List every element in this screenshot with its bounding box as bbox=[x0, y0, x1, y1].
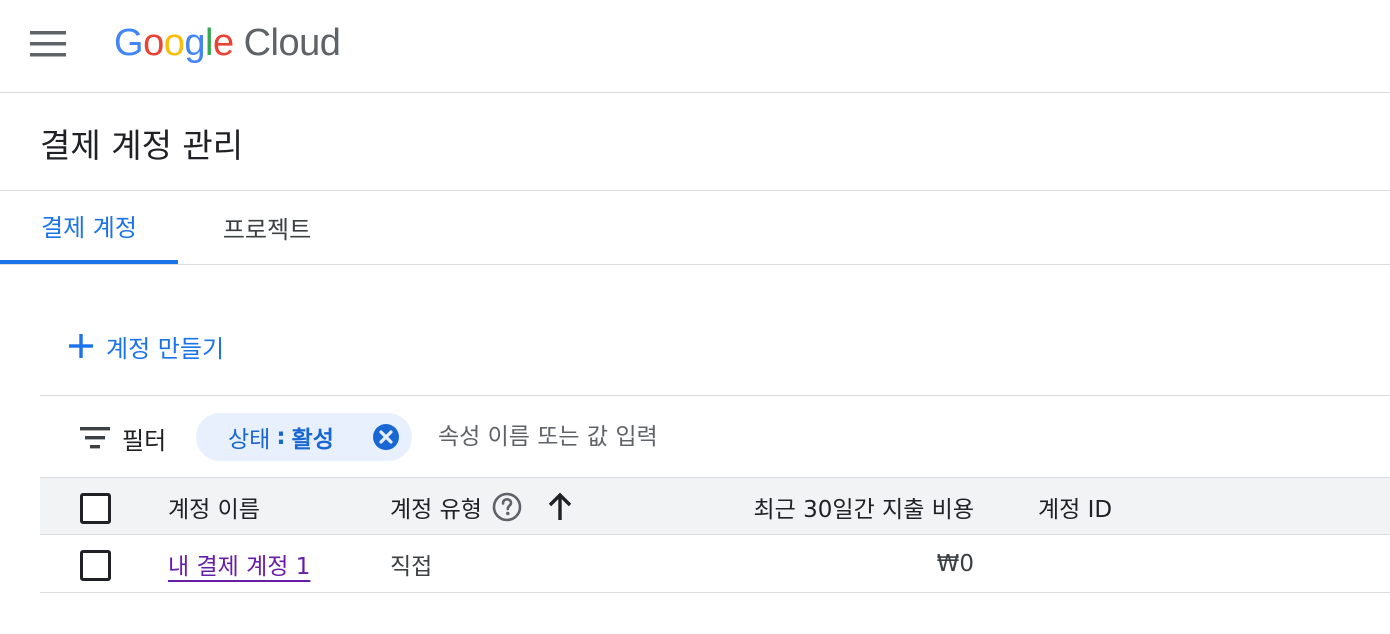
filter-chip-status[interactable]: 상태 : 활성 bbox=[196, 413, 412, 461]
page-header: 결제 계정 관리 bbox=[0, 93, 1390, 191]
cost-30d-cell: ₩0 bbox=[726, 547, 974, 581]
filter-icon bbox=[80, 427, 110, 449]
chip-separator: : bbox=[276, 424, 286, 450]
page-title: 결제 계정 관리 bbox=[40, 126, 244, 165]
filter-search-input[interactable] bbox=[436, 416, 1236, 458]
column-header-label: 최근 30일간 지출 비용 bbox=[753, 497, 974, 523]
logo-letter: o bbox=[163, 21, 185, 64]
table-row: 내 결제 계정 1 직접 ₩0 bbox=[40, 535, 1390, 593]
plus-icon bbox=[69, 334, 93, 358]
row-checkbox[interactable] bbox=[80, 550, 111, 581]
column-header-account-id[interactable]: 계정 ID bbox=[1038, 490, 1112, 524]
chip-value: 활성 bbox=[291, 427, 334, 453]
google-cloud-logo[interactable]: Go o g l e Cloud bbox=[114, 18, 341, 68]
column-header-label: 계정 이름 bbox=[168, 497, 260, 523]
logo-letter: G bbox=[114, 21, 144, 64]
cost-30d-value: ₩0 bbox=[936, 551, 974, 577]
tab-bar: 결제 계정 프로젝트 bbox=[0, 191, 1390, 265]
sort-ascending-icon[interactable] bbox=[546, 492, 574, 522]
column-header-label: 계정 ID bbox=[1038, 497, 1113, 523]
logo-letter: l bbox=[204, 21, 213, 64]
top-app-bar: Go o g l e Cloud bbox=[0, 0, 1390, 93]
column-header-account-name[interactable]: 계정 이름 bbox=[168, 490, 260, 524]
tab-projects[interactable]: 프로젝트 bbox=[178, 191, 356, 264]
select-all-checkbox[interactable] bbox=[80, 493, 111, 524]
table-header-row: 계정 이름 계정 유형 최근 30일간 지출 비용 계정 ID bbox=[40, 477, 1390, 535]
tab-billing-accounts[interactable]: 결제 계정 bbox=[0, 191, 178, 264]
create-account-label: 계정 만들기 bbox=[106, 334, 225, 363]
remove-chip-icon[interactable] bbox=[372, 423, 400, 451]
filter-bar: 필터 상태 : 활성 bbox=[40, 395, 1390, 477]
tab-label: 결제 계정 bbox=[41, 214, 137, 242]
account-type-cell: 직접 bbox=[390, 547, 432, 581]
help-icon[interactable] bbox=[492, 492, 522, 522]
column-header-cost-30d[interactable]: 최근 30일간 지출 비용 bbox=[726, 490, 974, 524]
logo-letter: g bbox=[184, 21, 205, 64]
account-name-link[interactable]: 내 결제 계정 1 bbox=[168, 547, 310, 581]
tab-label: 프로젝트 bbox=[222, 216, 312, 244]
hamburger-menu-icon[interactable] bbox=[22, 20, 74, 68]
logo-letter: e bbox=[212, 21, 234, 64]
account-name-cell: 내 결제 계정 1 bbox=[168, 547, 310, 581]
account-type-value: 직접 bbox=[390, 554, 433, 580]
create-account-button[interactable]: 계정 만들기 bbox=[60, 320, 232, 372]
filter-button[interactable]: 필터 bbox=[80, 418, 166, 458]
filter-label: 필터 bbox=[122, 426, 167, 455]
column-header-account-type[interactable]: 계정 유형 bbox=[390, 490, 574, 524]
logo-letter: o bbox=[143, 21, 164, 64]
logo-product-name: Cloud bbox=[243, 21, 341, 64]
chip-key: 상태 bbox=[228, 427, 271, 453]
column-header-label: 계정 유형 bbox=[390, 497, 482, 523]
